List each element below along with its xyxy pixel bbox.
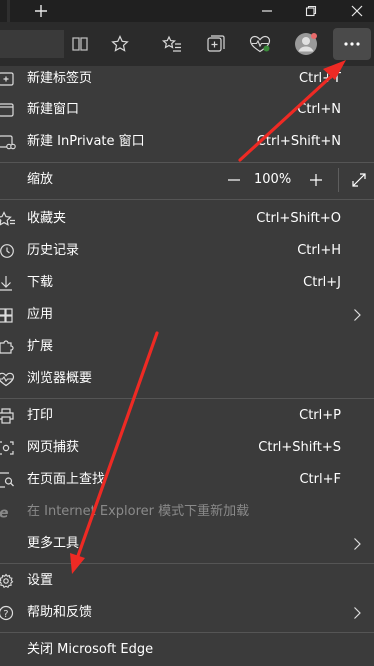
chevron-right-icon: [354, 538, 361, 550]
apps-icon: [0, 308, 13, 323]
new-window-icon: [0, 103, 14, 117]
menu-item-history[interactable]: 历史记录 Ctrl+H: [0, 235, 374, 267]
menu-label: 新建窗口: [27, 102, 80, 117]
minimize-icon[interactable]: [256, 0, 278, 22]
menu-item-find-on-page[interactable]: 在页面上查找 Ctrl+F: [0, 464, 374, 496]
menu-item-web-capture[interactable]: 网页捕获 Ctrl+Shift+S: [0, 432, 374, 464]
reading-view-icon[interactable]: [66, 22, 94, 66]
minus-icon: [228, 179, 240, 181]
fullscreen-icon: [352, 173, 366, 187]
plus-icon[interactable]: [30, 0, 52, 22]
menu-label: 新建标签页: [27, 71, 93, 86]
download-icon: [0, 276, 12, 291]
menu-shortcut: Ctrl+J: [303, 275, 341, 290]
menu-item-new-tab[interactable]: 新建标签页 Ctrl+T: [0, 63, 374, 95]
menu-item-downloads[interactable]: 下载 Ctrl+J: [0, 267, 374, 299]
menu-divider: [0, 563, 374, 564]
menu-item-settings[interactable]: 设置: [0, 565, 374, 597]
zoom-out-button[interactable]: [222, 164, 246, 196]
plus-icon: [310, 174, 322, 186]
menu-label: 下载: [27, 275, 54, 290]
browser-toolbar: [0, 22, 374, 66]
inprivate-window-icon: [0, 135, 16, 150]
internet-explorer-icon: e: [0, 506, 9, 521]
menu-label: 更多工具: [27, 536, 80, 551]
menu-label: 应用: [27, 307, 54, 322]
menu-label: 缩放: [27, 172, 54, 187]
chevron-right-icon: [354, 607, 361, 619]
chevron-right-icon: [354, 309, 361, 321]
menu-divider: [0, 398, 374, 399]
title-bar: [0, 0, 374, 22]
more-icon: [344, 42, 360, 46]
more-button[interactable]: [333, 28, 371, 60]
menu-shortcut: Ctrl+Shift+O: [256, 211, 341, 226]
zoom-in-button[interactable]: [304, 164, 328, 196]
menu-item-new-inprivate[interactable]: 新建 InPrivate 窗口 Ctrl+Shift+N: [0, 126, 374, 158]
menu-label: 网页捕获: [27, 440, 80, 455]
zoom-divider: [338, 168, 339, 192]
restore-icon[interactable]: [300, 0, 322, 22]
menu-label: 收藏夹: [27, 211, 67, 226]
extensions-icon: [0, 340, 14, 354]
new-tab-icon: [0, 72, 14, 86]
menu-shortcut: Ctrl+F: [299, 472, 341, 487]
settings-menu: 新建标签页 Ctrl+T 新建窗口 Ctrl+N 新建 InPrivate 窗口…: [0, 66, 374, 659]
collections-icon[interactable]: [202, 22, 230, 66]
menu-label: 扩展: [27, 339, 54, 354]
menu-shortcut: Ctrl+T: [299, 71, 341, 86]
tab-edge-fragment[interactable]: [0, 0, 20, 22]
printer-icon: [0, 408, 14, 424]
menu-divider: [0, 162, 374, 163]
find-on-page-icon: [0, 472, 14, 488]
svg-text:?: ?: [3, 609, 8, 620]
zoom-level: 100%: [254, 172, 292, 187]
menu-label: 帮助和反馈: [27, 605, 93, 620]
menu-shortcut: Ctrl+P: [299, 408, 341, 423]
menu-item-browser-essentials[interactable]: 浏览器概要: [0, 363, 374, 395]
history-icon: [0, 244, 14, 258]
address-bar-fragment[interactable]: [0, 22, 64, 66]
gear-icon: [0, 573, 14, 589]
browser-essentials-icon: [0, 372, 15, 387]
menu-item-favorites[interactable]: 收藏夹 Ctrl+Shift+O: [0, 203, 374, 235]
browser-essentials-icon[interactable]: [246, 22, 274, 66]
favorites-list-icon[interactable]: [158, 22, 186, 66]
menu-label: 历史记录: [27, 243, 80, 258]
menu-divider: [0, 199, 374, 200]
menu-item-print[interactable]: 打印 Ctrl+P: [0, 400, 374, 432]
menu-item-close-edge[interactable]: 关闭 Microsoft Edge: [0, 634, 374, 666]
menu-label: 关闭 Microsoft Edge: [27, 642, 154, 657]
menu-shortcut: Ctrl+H: [297, 243, 341, 258]
menu-label: 浏览器概要: [27, 371, 93, 386]
menu-item-extensions[interactable]: 扩展: [0, 331, 374, 363]
menu-label: 在页面上查找: [27, 472, 106, 487]
close-icon[interactable]: [346, 0, 368, 22]
menu-item-zoom: 缩放 100%: [0, 164, 374, 196]
svg-text:e: e: [0, 506, 9, 521]
menu-shortcut: Ctrl+Shift+N: [256, 134, 341, 149]
menu-item-more-tools[interactable]: 更多工具: [0, 528, 374, 560]
favorites-icon: [0, 211, 15, 226]
menu-label: 在 Internet Explorer 模式下重新加载: [27, 504, 250, 519]
favorite-star-icon[interactable]: [106, 22, 134, 66]
menu-item-apps[interactable]: 应用: [0, 299, 374, 331]
help-icon: ?: [0, 605, 14, 621]
menu-shortcut: Ctrl+Shift+S: [258, 440, 341, 455]
menu-label: 打印: [27, 408, 54, 423]
menu-item-help-feedback[interactable]: ? 帮助和反馈: [0, 597, 374, 629]
menu-item-new-window[interactable]: 新建窗口 Ctrl+N: [0, 94, 374, 126]
menu-label: 设置: [27, 573, 54, 588]
menu-item-ie-mode: e 在 Internet Explorer 模式下重新加载: [0, 496, 374, 528]
profile-avatar[interactable]: [292, 22, 320, 66]
web-capture-icon: [0, 441, 14, 455]
menu-shortcut: Ctrl+N: [297, 102, 341, 117]
menu-divider: [0, 632, 374, 633]
fullscreen-button[interactable]: [348, 164, 370, 196]
menu-label: 新建 InPrivate 窗口: [27, 134, 145, 149]
